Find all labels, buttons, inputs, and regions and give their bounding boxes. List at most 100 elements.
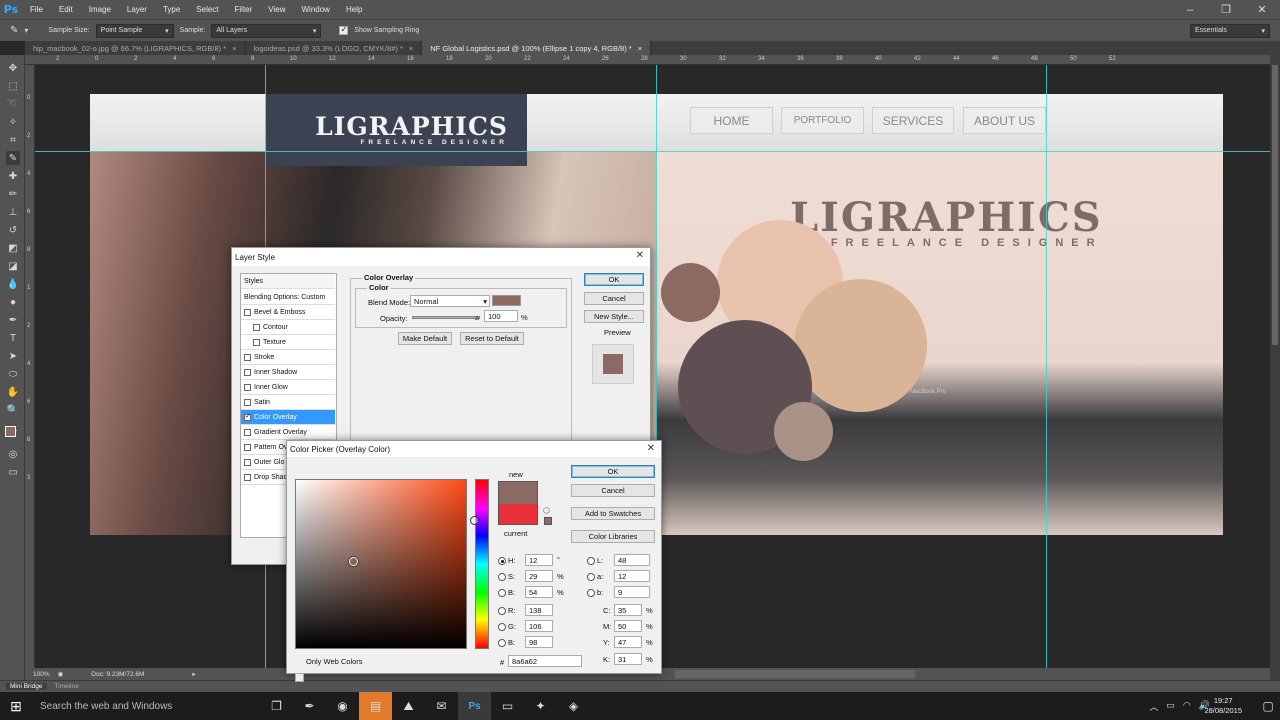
crop-tool-icon[interactable]: ⌗ [6, 133, 20, 147]
brush-tool-icon[interactable]: ✏ [6, 187, 20, 201]
menu-view[interactable]: View [260, 5, 293, 14]
pen-tool-icon[interactable]: ✒ [6, 313, 20, 327]
paint-bucket-icon[interactable]: ◪ [6, 259, 20, 273]
radio-lab-b[interactable] [587, 589, 595, 597]
checkbox[interactable] [244, 398, 251, 406]
checkbox[interactable] [244, 473, 251, 481]
opacity-input[interactable]: 100 [484, 310, 518, 322]
checkbox[interactable] [244, 443, 251, 451]
menu-type[interactable]: Type [155, 5, 188, 14]
zoom-level[interactable]: 100% [33, 671, 50, 678]
lasso-tool-icon[interactable]: ➰ [6, 97, 20, 111]
type-tool-icon[interactable]: T [6, 331, 20, 345]
close-icon[interactable]: × [232, 44, 236, 53]
menu-window[interactable]: Window [294, 5, 338, 14]
input-l[interactable]: 48 [614, 554, 650, 566]
checkbox[interactable] [253, 323, 260, 331]
photoshop-taskbar-icon[interactable]: Ps [458, 692, 491, 720]
style-gradient-overlay[interactable]: Gradient Overlay [241, 425, 335, 440]
blur-tool-icon[interactable]: 💧 [6, 277, 20, 291]
make-default-button[interactable]: Make Default [398, 332, 452, 345]
hand-tool-icon[interactable]: ✋ [6, 385, 20, 399]
hex-input[interactable]: 8a6a62 [508, 655, 582, 667]
tab-nf-global-logistics[interactable]: NF Global Logistics.psd @ 100% (Ellipse … [422, 41, 652, 55]
input-y[interactable]: 47 [614, 636, 642, 648]
app-icon-orange[interactable]: ▤ [359, 692, 392, 720]
eyedropper-tool-icon[interactable]: ✎ [6, 151, 20, 165]
reset-default-button[interactable]: Reset to Default [460, 332, 524, 345]
input-a[interactable]: 12 [614, 570, 650, 582]
close-icon[interactable]: ✕ [647, 443, 655, 454]
style-stroke[interactable]: Stroke [241, 350, 335, 365]
radio-g[interactable] [498, 623, 506, 631]
input-s[interactable]: 29 [525, 570, 553, 582]
color-picker-ok-button[interactable]: OK [571, 465, 655, 478]
menu-help[interactable]: Help [338, 5, 370, 14]
sampling-ring-checkbox[interactable] [339, 24, 349, 35]
tab-logoideas[interactable]: logoideas.psd @ 33.3% (LOGO, CMYK/8#) * × [246, 41, 423, 55]
styles-header[interactable]: Styles [241, 274, 335, 289]
taskbar-clock[interactable]: 19:27 28/08/2015 [1204, 696, 1242, 716]
quick-select-icon[interactable]: ✧ [6, 115, 20, 129]
style-inner-shadow[interactable]: Inner Shadow [241, 365, 335, 380]
blend-mode-select[interactable]: Normal ▾ [410, 295, 490, 307]
checkbox[interactable] [253, 338, 260, 346]
input-lab-b[interactable]: 9 [614, 586, 650, 598]
radio-blue[interactable] [498, 639, 506, 647]
history-brush-icon[interactable]: ↺ [6, 223, 20, 237]
input-g[interactable]: 106 [525, 620, 553, 632]
restore-icon[interactable]: ❐ [1208, 0, 1244, 19]
info-icon[interactable]: ◉ [58, 670, 64, 678]
input-b[interactable]: 54 [525, 586, 553, 598]
path-select-icon[interactable]: ➤ [6, 349, 20, 363]
checkbox[interactable] [244, 368, 251, 376]
menu-layer[interactable]: Layer [119, 5, 155, 14]
eyedropper-icon[interactable]: ✎ [10, 25, 18, 36]
ellipse-tan[interactable] [794, 279, 927, 412]
gamut-warning-icon[interactable]: ⬡ [543, 506, 550, 515]
quick-mask-icon[interactable]: ◎ [6, 447, 20, 461]
checkbox[interactable] [244, 353, 251, 361]
color-libraries-button[interactable]: Color Libraries [571, 530, 655, 543]
move-tool-icon[interactable]: ✥ [6, 61, 20, 75]
new-style-button[interactable]: New Style... [584, 310, 644, 323]
sample-size-select[interactable]: Point Sample ▾ [95, 23, 174, 38]
tab-hip-macbook[interactable]: hip_macbook_02-o.jpg @ 66.7% (LIGRAPHICS… [25, 41, 246, 55]
ellipse-small-brown[interactable] [661, 263, 720, 322]
only-web-colors-checkbox[interactable] [295, 673, 304, 682]
style-bevel-emboss[interactable]: Bevel & Emboss [241, 305, 335, 320]
menu-filter[interactable]: Filter [227, 5, 261, 14]
radio-h[interactable] [498, 557, 506, 565]
taskbar-search[interactable]: Search the web and Windows [32, 692, 260, 720]
color-field-cursor[interactable] [349, 557, 358, 566]
checkbox[interactable] [244, 458, 251, 466]
status-menu-icon[interactable]: ▸ [192, 670, 195, 678]
tab-timeline[interactable]: Timeline [51, 683, 83, 690]
radio-s[interactable] [498, 573, 506, 581]
notifications-icon[interactable]: ▢ [1256, 692, 1280, 720]
network-icon[interactable]: ◠ [1183, 700, 1191, 713]
screen-mode-icon[interactable]: ▭ [6, 465, 20, 479]
checkbox[interactable] [244, 412, 251, 421]
scroll-thumb[interactable] [1272, 65, 1278, 345]
input-h[interactable]: 12 [525, 554, 553, 566]
app-icon-paint[interactable]: ✦ [524, 692, 557, 720]
style-inner-glow[interactable]: Inner Glow [241, 380, 335, 395]
slider-handle-icon[interactable]: ▵ [475, 313, 479, 322]
menu-edit[interactable]: Edit [51, 5, 81, 14]
minimize-icon[interactable]: – [1172, 0, 1208, 19]
saturation-brightness-field[interactable] [295, 479, 467, 649]
ellipse-tool-icon[interactable]: ⬭ [6, 367, 20, 381]
checkbox[interactable] [244, 428, 251, 436]
chevron-up-icon[interactable]: ︿ [1149, 700, 1158, 713]
radio-b[interactable] [498, 589, 506, 597]
app-icon-tree[interactable]: ⛰ [392, 692, 425, 720]
checkbox[interactable] [244, 383, 251, 391]
input-r[interactable]: 138 [525, 604, 553, 616]
input-k[interactable]: 31 [614, 653, 642, 665]
marquee-tool-icon[interactable]: ⬚ [6, 79, 20, 93]
hue-slider-handle[interactable] [470, 516, 479, 525]
style-texture[interactable]: Texture [241, 335, 335, 350]
close-icon[interactable]: × [638, 44, 642, 53]
radio-a[interactable] [587, 573, 595, 581]
